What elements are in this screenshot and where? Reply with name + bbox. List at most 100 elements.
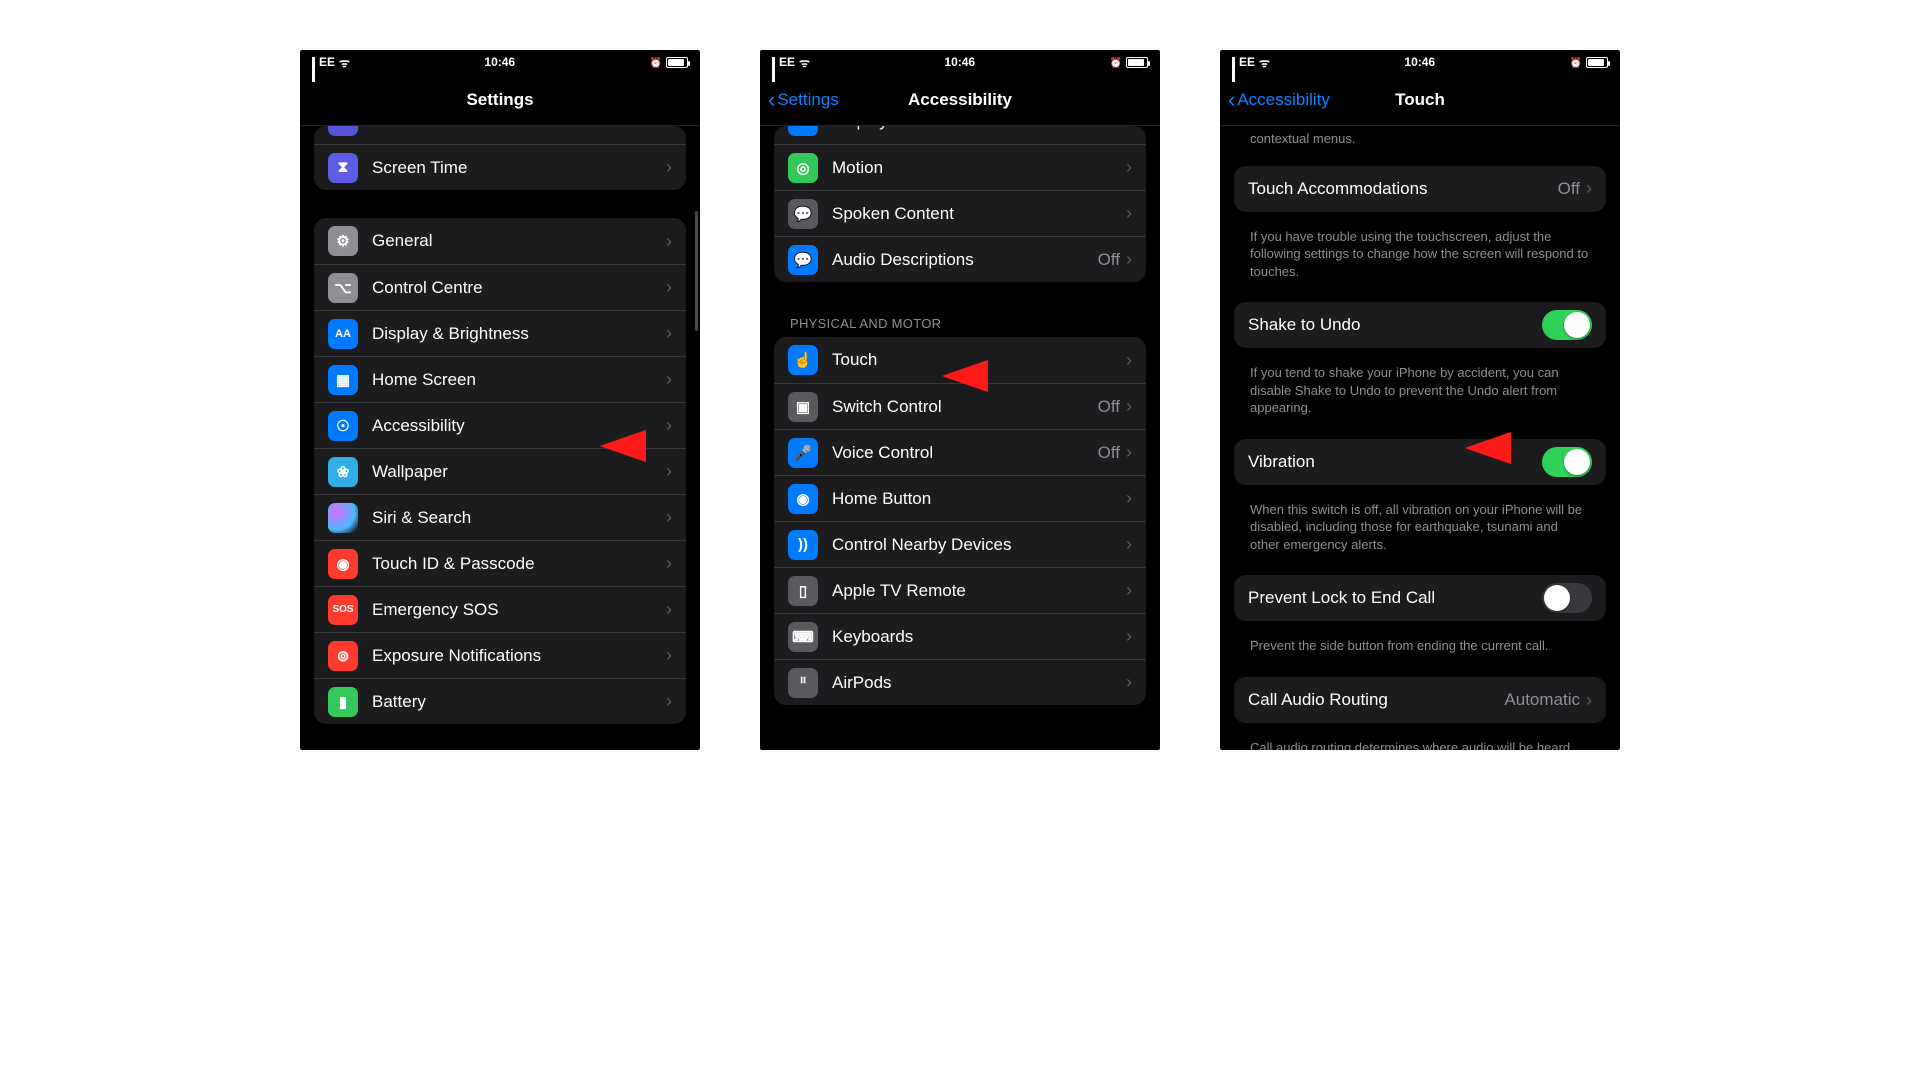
carrier-label: EE — [779, 55, 795, 69]
text-size-icon: AA — [788, 126, 818, 136]
section-footer-truncated: contextual menus. — [1220, 126, 1620, 148]
row-label: Shake to Undo — [1248, 315, 1542, 335]
prevent-lock-toggle[interactable] — [1542, 583, 1592, 613]
row-label: Motion — [832, 158, 1126, 178]
page-title: Touch — [1395, 90, 1445, 110]
section-footer: When this switch is off, all vibration o… — [1220, 493, 1620, 554]
row-exposure-notifications[interactable]: ⊚ Exposure Notifications › — [314, 632, 686, 678]
nav-bar: ‹ Settings Accessibility — [760, 74, 1160, 126]
row-vibration[interactable]: Vibration — [1234, 439, 1606, 485]
row-label: Call Audio Routing — [1248, 690, 1504, 710]
row-prevent-lock-end-call[interactable]: Prevent Lock to End Call — [1234, 575, 1606, 621]
row-focus[interactable]: ◐ Focus › — [314, 126, 686, 144]
row-label: Siri & Search — [372, 508, 666, 528]
sos-icon: SOS — [328, 595, 358, 625]
chevron-right-icon: › — [1126, 488, 1132, 509]
row-label: Focus — [372, 126, 666, 131]
siri-icon — [328, 503, 358, 533]
screentime-icon: ⧗ — [328, 153, 358, 183]
accessibility-scroll[interactable]: AA Display & Text Size › ◎ Motion › 💬 Sp… — [760, 126, 1160, 750]
chevron-right-icon: › — [1126, 203, 1132, 224]
accessibility-icon: ☉ — [328, 411, 358, 441]
vibration-toggle[interactable] — [1542, 447, 1592, 477]
chevron-right-icon: › — [666, 461, 672, 482]
row-motion[interactable]: ◎ Motion › — [774, 144, 1146, 190]
row-label: Wallpaper — [372, 462, 666, 482]
row-battery[interactable]: ▮ Battery › — [314, 678, 686, 724]
chevron-right-icon: › — [666, 369, 672, 390]
row-display-brightness[interactable]: AA Display & Brightness › — [314, 310, 686, 356]
row-emergency-sos[interactable]: SOS Emergency SOS › — [314, 586, 686, 632]
chevron-right-icon: › — [1126, 626, 1132, 647]
row-label: Voice Control — [832, 443, 1098, 463]
wifi-icon: ᯤ — [339, 54, 350, 71]
chevron-left-icon: ‹ — [768, 89, 775, 111]
row-keyboards[interactable]: ⌨ Keyboards › — [774, 613, 1146, 659]
row-label: Touch ID & Passcode — [372, 554, 666, 574]
chevron-right-icon: › — [666, 415, 672, 436]
back-label: Accessibility — [1237, 90, 1330, 110]
row-label: Keyboards — [832, 627, 1126, 647]
row-siri-search[interactable]: Siri & Search › — [314, 494, 686, 540]
row-home-button[interactable]: ◉ Home Button › — [774, 475, 1146, 521]
row-label: Switch Control — [832, 397, 1098, 417]
chevron-right-icon: › — [666, 126, 672, 132]
row-touch-id[interactable]: ◉ Touch ID & Passcode › — [314, 540, 686, 586]
row-screen-time[interactable]: ⧗ Screen Time › — [314, 144, 686, 190]
battery-icon — [1586, 57, 1608, 68]
row-airpods[interactable]: ᑊᑊ AirPods › — [774, 659, 1146, 705]
row-label: Display & Text Size — [832, 126, 1126, 131]
section-footer: If you tend to shake your iPhone by acci… — [1220, 356, 1620, 417]
screenshot-triptych: EE ᯤ 10:46 Settings ◐ Focus › — [0, 0, 1920, 1080]
section-footer: Call audio routing determines where audi… — [1220, 731, 1620, 750]
chevron-right-icon: › — [1126, 350, 1132, 371]
shake-to-undo-toggle[interactable] — [1542, 310, 1592, 340]
chevron-right-icon: › — [1126, 126, 1132, 132]
row-control-nearby[interactable]: )) Control Nearby Devices › — [774, 521, 1146, 567]
battery-icon — [1126, 57, 1148, 68]
chevron-right-icon: › — [666, 277, 672, 298]
row-label: General — [372, 231, 666, 251]
annotation-arrow — [600, 430, 646, 462]
annotation-arrow — [942, 360, 988, 392]
row-control-centre[interactable]: ⌥ Control Centre › — [314, 264, 686, 310]
alarm-icon — [650, 55, 662, 69]
row-label: Battery — [372, 692, 666, 712]
switch-control-icon: ▣ — [788, 392, 818, 422]
section-footer: If you have trouble using the touchscree… — [1220, 220, 1620, 281]
row-call-audio-routing[interactable]: Call Audio Routing Automatic › — [1234, 677, 1606, 723]
back-button[interactable]: ‹ Accessibility — [1228, 74, 1330, 125]
nearby-devices-icon: )) — [788, 530, 818, 560]
row-home-screen[interactable]: ▦ Home Screen › — [314, 356, 686, 402]
row-touch-accommodations[interactable]: Touch Accommodations Off › — [1234, 166, 1606, 212]
nav-bar: ‹ Accessibility Touch — [1220, 74, 1620, 126]
row-shake-to-undo[interactable]: Shake to Undo — [1234, 302, 1606, 348]
row-label: Touch Accommodations — [1248, 179, 1558, 199]
row-label: Apple TV Remote — [832, 581, 1126, 601]
spoken-content-icon: 💬 — [788, 199, 818, 229]
row-display-text-size[interactable]: AA Display & Text Size › — [774, 126, 1146, 144]
row-value: Automatic — [1504, 690, 1580, 710]
row-spoken-content[interactable]: 💬 Spoken Content › — [774, 190, 1146, 236]
back-button[interactable]: ‹ Settings — [768, 74, 839, 125]
carrier-label: EE — [1239, 55, 1255, 69]
alarm-icon — [1570, 55, 1582, 69]
status-bar: EE ᯤ 10:46 — [760, 50, 1160, 74]
chevron-right-icon: › — [666, 323, 672, 344]
phone-touch: EE ᯤ 10:46 ‹ Accessibility Touch context… — [1220, 50, 1620, 750]
gear-icon: ⚙ — [328, 226, 358, 256]
row-voice-control[interactable]: 🎤 Voice Control Off › — [774, 429, 1146, 475]
section-header-motor: PHYSICAL AND MOTOR — [760, 310, 1160, 337]
audio-descriptions-icon: 💬 — [788, 245, 818, 275]
control-centre-icon: ⌥ — [328, 273, 358, 303]
row-audio-descriptions[interactable]: 💬 Audio Descriptions Off › — [774, 236, 1146, 282]
chevron-right-icon: › — [666, 231, 672, 252]
keyboards-icon: ⌨ — [788, 622, 818, 652]
home-button-icon: ◉ — [788, 484, 818, 514]
row-label: Home Button — [832, 489, 1126, 509]
focus-icon: ◐ — [328, 126, 358, 136]
wifi-icon: ᯤ — [799, 54, 810, 71]
touch-scroll[interactable]: contextual menus. Touch Accommodations O… — [1220, 126, 1620, 750]
row-general[interactable]: ⚙ General › — [314, 218, 686, 264]
row-apple-tv-remote[interactable]: ▯ Apple TV Remote › — [774, 567, 1146, 613]
